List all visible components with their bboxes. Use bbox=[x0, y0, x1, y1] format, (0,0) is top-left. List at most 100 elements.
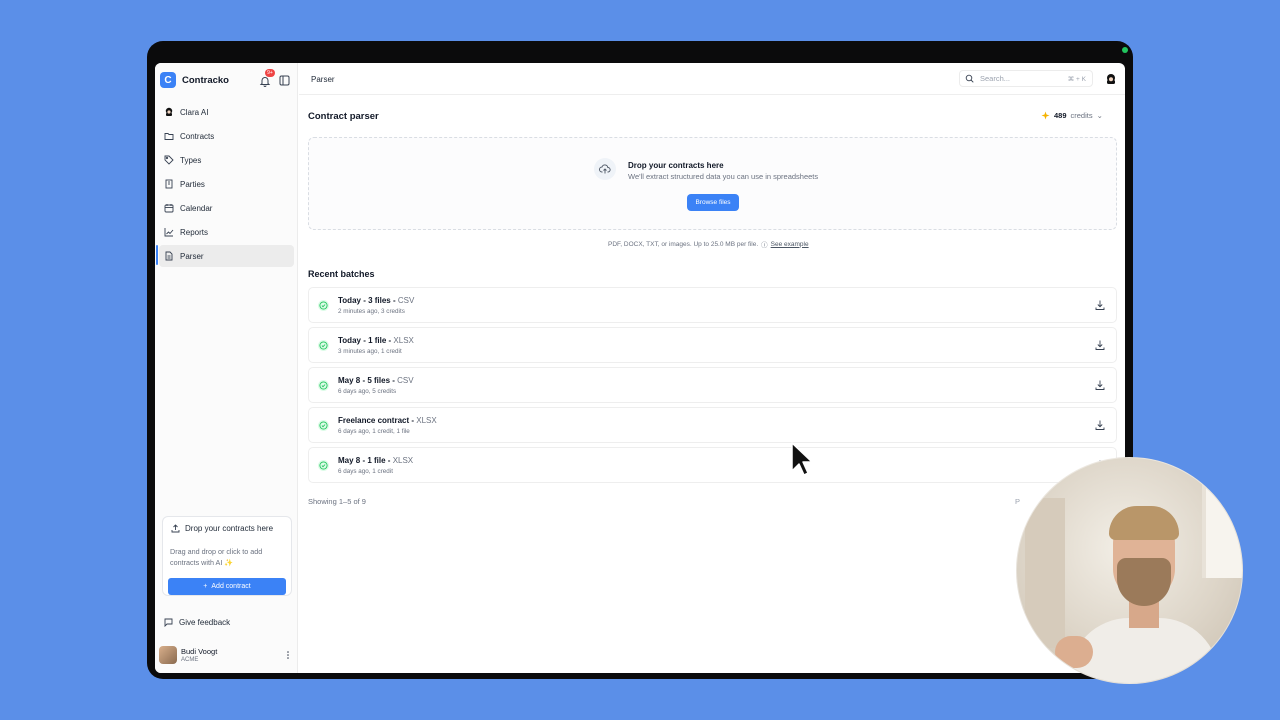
upload-hint: PDF, DOCX, TXT, or images. Up to 25.0 MB… bbox=[608, 240, 809, 250]
batch-format: XLSX bbox=[393, 336, 414, 345]
user-profile[interactable]: Budi Voogt ACME bbox=[159, 645, 294, 667]
sidebar-item-label: Parties bbox=[180, 179, 205, 189]
batch-meta: 6 days ago, 5 credits bbox=[338, 388, 397, 395]
batch-title: May 8 - 1 file - XLSX bbox=[338, 456, 414, 465]
sidebar-item-label: Reports bbox=[180, 227, 209, 237]
laptop-frame: C Contracko 9+ Clara AI Contracts Types … bbox=[147, 41, 1133, 679]
sidebar-item-label: Clara AI bbox=[180, 107, 209, 117]
batch-row[interactable]: Today - 1 file - XLSX 3 minutes ago, 1 c… bbox=[308, 327, 1117, 363]
check-circle-icon bbox=[318, 460, 329, 471]
sidebar-toggle-icon[interactable] bbox=[279, 75, 290, 86]
batch-row[interactable]: May 8 - 5 files - CSV 6 days ago, 5 cred… bbox=[308, 367, 1117, 403]
pagination-control[interactable]: P bbox=[1015, 497, 1020, 506]
batch-row[interactable]: Freelance contract - XLSX 6 days ago, 1 … bbox=[308, 407, 1117, 443]
building-icon bbox=[165, 179, 173, 189]
download-icon[interactable] bbox=[1094, 339, 1106, 351]
upload-dropzone[interactable]: Drop your contracts here We'll extract s… bbox=[308, 137, 1117, 230]
chevron-down-icon: ⌄ bbox=[1096, 111, 1103, 120]
browse-files-button[interactable]: Browse files bbox=[687, 194, 739, 211]
brand-logo-icon: C bbox=[160, 72, 176, 88]
search-placeholder: Search... bbox=[980, 74, 1011, 83]
page-title: Contract parser bbox=[308, 111, 379, 122]
upload-icon bbox=[171, 524, 180, 533]
notification-badge: 9+ bbox=[265, 69, 275, 77]
chart-line-icon bbox=[164, 228, 174, 237]
sidebar-item-label: Calendar bbox=[180, 203, 213, 213]
check-circle-icon bbox=[318, 300, 329, 311]
feedback-icon bbox=[164, 618, 173, 627]
sidebar-nav: Clara AI Contracts Types Parties Calenda… bbox=[156, 101, 294, 269]
add-contract-button[interactable]: + Add contract bbox=[168, 578, 286, 595]
dropzone-subtitle: We'll extract structured data you can us… bbox=[628, 172, 819, 181]
credits-dropdown[interactable]: 489 credits ⌄ bbox=[1041, 111, 1103, 120]
sidebar-item-types[interactable]: Types bbox=[159, 149, 294, 171]
folder-icon bbox=[164, 133, 174, 140]
credits-value: 489 bbox=[1054, 111, 1067, 120]
sidebar-item-contracts[interactable]: Contracts bbox=[159, 125, 294, 147]
batch-row[interactable]: Today - 3 files - CSV 2 minutes ago, 3 c… bbox=[308, 287, 1117, 323]
search-icon bbox=[965, 74, 974, 83]
give-feedback-link[interactable]: Give feedback bbox=[164, 618, 230, 627]
sidebar-item-label: Types bbox=[180, 155, 202, 165]
calendar-icon bbox=[164, 204, 174, 213]
batch-format: CSV bbox=[397, 376, 414, 385]
pagination-summary: Showing 1–5 of 9 bbox=[308, 497, 366, 506]
avatar bbox=[159, 646, 177, 664]
tag-icon bbox=[164, 155, 174, 165]
brand[interactable]: C Contracko bbox=[160, 71, 229, 89]
batch-title: Freelance contract - XLSX bbox=[338, 416, 437, 425]
search-input[interactable]: Search... ⌘ + K bbox=[959, 70, 1093, 87]
batch-format: CSV bbox=[397, 296, 415, 305]
batch-title: May 8 - 5 files - CSV bbox=[338, 376, 414, 385]
drop-card-text: Drag and drop or click to add contracts … bbox=[170, 547, 263, 567]
info-icon: ⓘ bbox=[761, 242, 768, 249]
sidebar: C Contracko 9+ Clara AI Contracts Types … bbox=[155, 63, 298, 673]
download-icon[interactable] bbox=[1094, 299, 1106, 311]
batch-title: Today - 1 file - XLSX bbox=[338, 336, 414, 345]
batch-meta: 6 days ago, 1 credit bbox=[338, 468, 393, 475]
app-window: C Contracko 9+ Clara AI Contracts Types … bbox=[155, 63, 1125, 673]
user-org: ACME bbox=[181, 657, 199, 663]
document-icon bbox=[165, 251, 173, 261]
batch-meta: 6 days ago, 1 credit, 1 file bbox=[338, 428, 410, 435]
check-circle-icon bbox=[318, 340, 329, 351]
camera-indicator bbox=[1122, 47, 1128, 53]
see-example-link[interactable]: See example bbox=[771, 241, 809, 248]
batch-list: Today - 3 files - CSV 2 minutes ago, 3 c… bbox=[308, 287, 1117, 487]
brand-name: Contracko bbox=[182, 74, 229, 86]
download-icon[interactable] bbox=[1094, 419, 1106, 431]
search-shortcut: ⌘ + K bbox=[1067, 76, 1086, 83]
sidebar-drop-card[interactable]: Drop your contracts here Drag and drop o… bbox=[162, 516, 292, 596]
sidebar-item-label: Contracts bbox=[180, 131, 215, 141]
batch-title: Today - 3 files - CSV bbox=[338, 296, 415, 305]
cloud-upload-icon bbox=[594, 158, 616, 180]
topbar: Parser Search... ⌘ + K bbox=[299, 63, 1125, 95]
dropzone-title: Drop your contracts here bbox=[628, 161, 724, 170]
plus-icon: + bbox=[203, 583, 208, 590]
batch-format: XLSX bbox=[392, 456, 414, 465]
sidebar-item-clara-ai[interactable]: Clara AI bbox=[159, 101, 294, 123]
clara-ai-icon bbox=[165, 107, 173, 116]
sidebar-item-reports[interactable]: Reports bbox=[159, 221, 294, 243]
recent-batches-title: Recent batches bbox=[308, 269, 375, 279]
sidebar-item-label: Parser bbox=[180, 251, 204, 261]
breadcrumb: Parser bbox=[311, 75, 335, 84]
active-indicator bbox=[156, 245, 158, 265]
user-name: Budi Voogt bbox=[181, 647, 218, 656]
sidebar-item-parser[interactable]: Parser bbox=[159, 245, 294, 267]
sparkle-icon bbox=[1041, 111, 1050, 120]
batch-meta: 3 minutes ago, 1 credit bbox=[338, 348, 402, 355]
sidebar-item-parties[interactable]: Parties bbox=[159, 173, 294, 195]
check-circle-icon bbox=[318, 420, 329, 431]
batch-row[interactable]: May 8 - 1 file - XLSX 6 days ago, 1 cred… bbox=[308, 447, 1117, 483]
batch-format: XLSX bbox=[416, 416, 437, 425]
drop-card-title: Drop your contracts here bbox=[171, 524, 273, 533]
sidebar-item-calendar[interactable]: Calendar bbox=[159, 197, 294, 219]
check-circle-icon bbox=[318, 380, 329, 391]
batch-meta: 2 minutes ago, 3 credits bbox=[338, 308, 405, 315]
presenter-webcam bbox=[1016, 457, 1243, 684]
download-icon[interactable] bbox=[1094, 379, 1106, 391]
more-vertical-icon[interactable] bbox=[285, 650, 291, 660]
mouse-cursor-icon bbox=[791, 442, 812, 476]
assistant-avatar-icon[interactable] bbox=[1105, 73, 1117, 85]
